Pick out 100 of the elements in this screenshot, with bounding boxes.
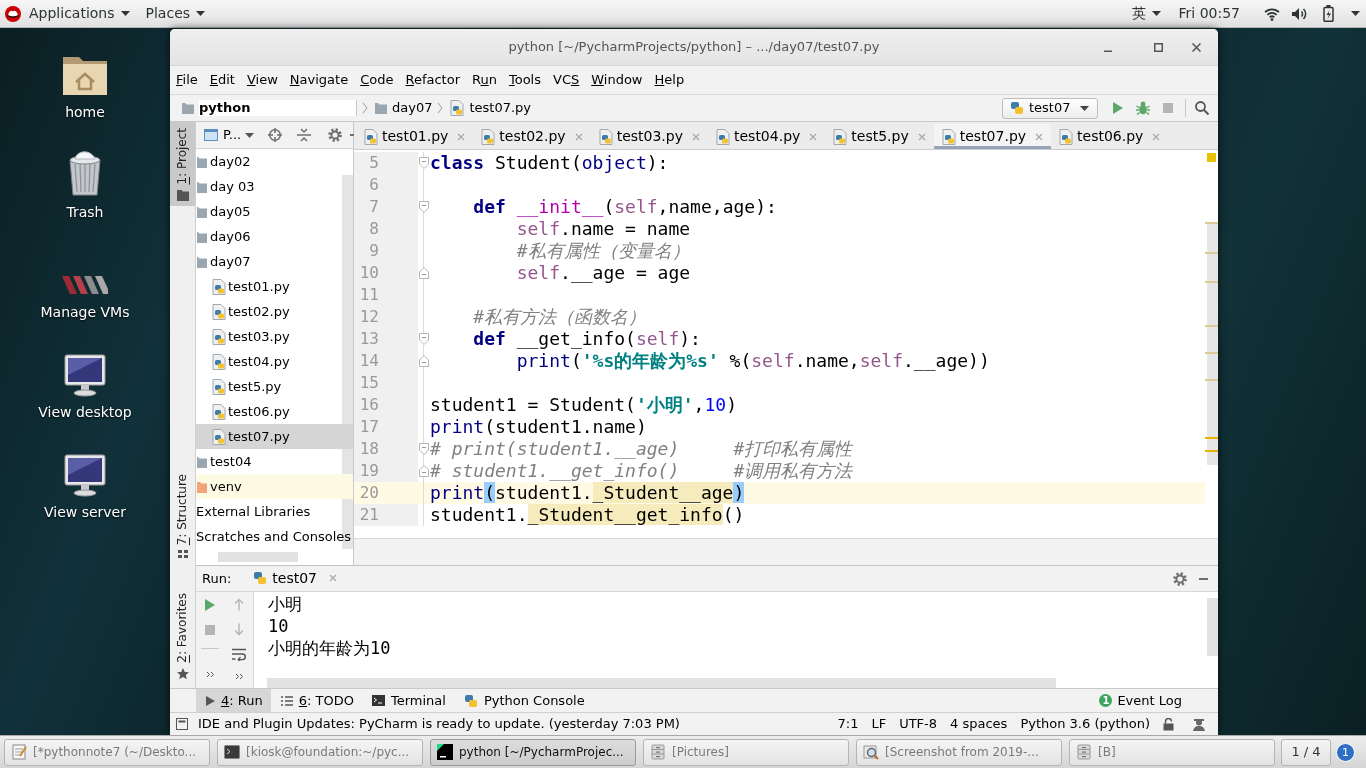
caret-icon[interactable]: [1351, 11, 1360, 16]
editor-tab[interactable]: test01.py: [356, 124, 474, 149]
tree-item[interactable]: Scratches and Consoles: [196, 524, 353, 549]
hat-logo-icon[interactable]: [5, 5, 21, 22]
striped-logo-icon[interactable]: [61, 273, 109, 297]
menu-item[interactable]: Refactor: [399, 72, 466, 88]
icon-label[interactable]: View desktop: [38, 404, 132, 421]
gear-icon[interactable]: [328, 128, 343, 142]
tree-item[interactable]: day06: [196, 224, 353, 249]
editor-tab[interactable]: test5.py: [825, 124, 934, 149]
status-field[interactable]: Python 3.6 (python): [1020, 716, 1150, 732]
gear-icon[interactable]: [1173, 571, 1187, 586]
tool-window-tab[interactable]: 4: Run: [196, 689, 271, 712]
editor-tab[interactable]: test04.py: [708, 124, 826, 149]
editor-tab[interactable]: test07.py: [933, 124, 1052, 149]
scrollbar-thumb[interactable]: [218, 552, 298, 562]
menu-item[interactable]: Navigate: [283, 72, 355, 88]
view-dropdown[interactable]: P...: [223, 127, 255, 143]
status-field[interactable]: 7:1: [837, 716, 859, 732]
taskbar-button[interactable]: [B]: [1069, 738, 1275, 766]
tool-window-tab[interactable]: Terminal: [361, 689, 454, 712]
icon-label[interactable]: home: [65, 104, 105, 121]
tree-item[interactable]: day07: [196, 249, 353, 274]
tree-item[interactable]: test04.py: [196, 349, 353, 374]
tree-item[interactable]: test02.py: [196, 299, 353, 324]
tool-window-tab[interactable]: 2: Favorites: [170, 587, 195, 685]
icon-label[interactable]: View server: [44, 504, 126, 521]
person-icon[interactable]: [1192, 717, 1206, 731]
menu-item[interactable]: Tools: [502, 72, 547, 88]
menu-item[interactable]: Code: [354, 72, 400, 88]
minimize-icon[interactable]: [1199, 577, 1208, 580]
tool-window-tab[interactable]: Python Console: [453, 689, 593, 712]
icon-label[interactable]: Trash: [66, 204, 104, 221]
run-tab[interactable]: test07: [253, 570, 337, 587]
breadcrumb-item[interactable]: test07.py: [469, 100, 532, 116]
workspace-pager[interactable]: 1 / 4: [1281, 738, 1331, 766]
window-icon[interactable]: [176, 718, 188, 730]
taskbar-button[interactable]: [Screenshot from 2019-...: [856, 738, 1062, 766]
menu-item[interactable]: Edit: [203, 72, 241, 88]
breadcrumb-item[interactable]: python: [199, 100, 357, 116]
double-chevron-icon[interactable]: [206, 671, 214, 678]
monitor-icon[interactable]: [63, 453, 107, 497]
taskbar-button[interactable]: [*pythonnote7 (~/Deskto...: [4, 738, 210, 766]
run-icon[interactable]: [1112, 101, 1124, 115]
notification-count[interactable]: 1: [1336, 742, 1355, 762]
run-config-dropdown[interactable]: test07: [1002, 97, 1098, 119]
tree-item[interactable]: day 03: [196, 174, 353, 199]
menu-item[interactable]: Help: [648, 72, 691, 88]
fold-marker-icon[interactable]: [419, 267, 429, 279]
event-log-button[interactable]: 1 Event Log: [1099, 689, 1182, 712]
fold-marker-icon[interactable]: [419, 333, 429, 345]
collapse-icon[interactable]: [297, 128, 312, 142]
fold-marker-icon[interactable]: [419, 157, 429, 169]
maximize-icon[interactable]: [1154, 42, 1163, 52]
input-method-menu[interactable]: 英: [1123, 0, 1169, 27]
taskbar-button[interactable]: [Pictures]: [643, 738, 849, 766]
tree-item[interactable]: test04: [196, 449, 353, 474]
scrollbar-thumb[interactable]: [267, 678, 1056, 688]
tree-item[interactable]: test03.py: [196, 324, 353, 349]
monitor-icon[interactable]: [63, 353, 107, 397]
clock[interactable]: Fri 00:57: [1178, 5, 1240, 22]
tree-item[interactable]: day05: [196, 199, 353, 224]
status-field[interactable]: LF: [871, 716, 887, 732]
taskbar-button[interactable]: python [~/PycharmProjec...: [430, 738, 636, 766]
run-icon[interactable]: [204, 598, 216, 612]
tree-item[interactable]: External Libraries: [196, 499, 353, 524]
tool-window-tab[interactable]: 6: TODO: [270, 689, 362, 712]
wifi-icon[interactable]: [1264, 6, 1280, 21]
menu-button[interactable]: Applications: [21, 0, 138, 27]
tool-window-tab[interactable]: 7: Structure: [170, 467, 195, 563]
menu-item[interactable]: Window: [585, 72, 649, 88]
editor-tab[interactable]: test02.py: [473, 124, 591, 149]
scrollbar-thumb[interactable]: [1207, 598, 1218, 656]
lock-icon[interactable]: [1163, 717, 1174, 731]
fold-marker-icon[interactable]: [419, 201, 429, 213]
menu-item[interactable]: VCS: [547, 72, 586, 88]
taskbar-button[interactable]: [kiosk@foundation:~/pyc...: [217, 738, 423, 766]
icon-label[interactable]: Manage VMs: [40, 304, 130, 321]
status-field[interactable]: 4 spaces: [950, 716, 1008, 732]
tree-item[interactable]: venv: [196, 474, 353, 499]
editor-tab[interactable]: test03.py: [590, 124, 708, 149]
menu-item[interactable]: File: [170, 72, 204, 88]
fold-marker-icon[interactable]: [419, 443, 429, 455]
crosshair-icon[interactable]: [268, 128, 283, 142]
wrap-icon[interactable]: [231, 648, 246, 661]
search-icon[interactable]: [1195, 101, 1209, 115]
menu-button[interactable]: Places: [137, 0, 214, 27]
close-icon[interactable]: [1192, 42, 1201, 52]
double-chevron-icon[interactable]: [234, 673, 243, 680]
menu-item[interactable]: View: [240, 72, 284, 88]
fold-marker-icon[interactable]: [419, 465, 429, 477]
tool-window-tab[interactable]: 1: Project: [170, 122, 195, 206]
breadcrumb-item[interactable]: day07: [392, 100, 433, 116]
editor-tab[interactable]: test06.py: [1051, 124, 1169, 149]
tree-item[interactable]: test5.py: [196, 374, 353, 399]
bug-icon[interactable]: [1136, 101, 1150, 115]
tree-item[interactable]: test01.py: [196, 274, 353, 299]
volume-icon[interactable]: [1292, 6, 1308, 21]
tree-item[interactable]: day02: [196, 149, 353, 174]
tree-item[interactable]: test06.py: [196, 399, 353, 424]
